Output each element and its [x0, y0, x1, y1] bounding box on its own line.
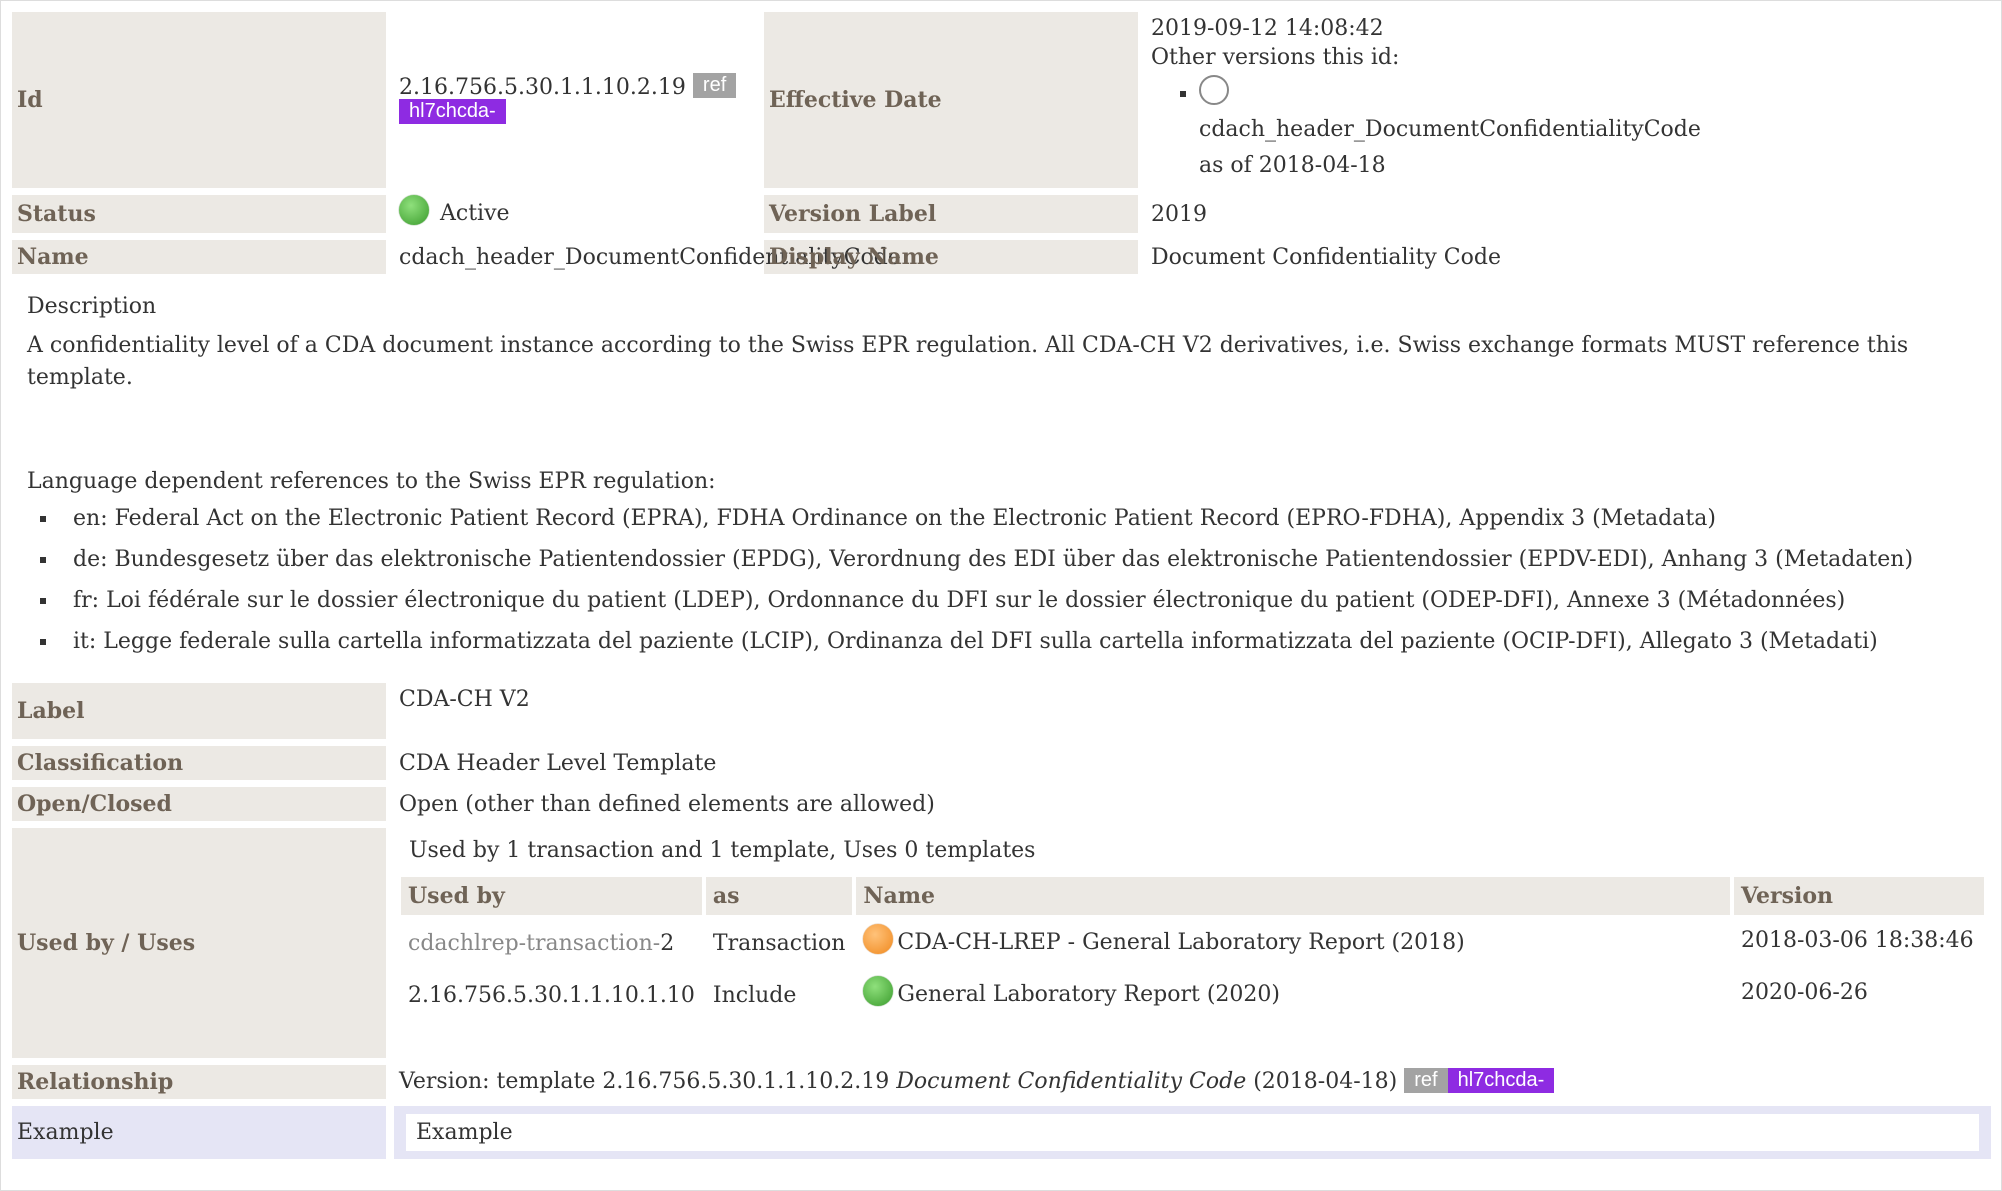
effective-date-value: 2019-09-12 14:08:42 — [1151, 16, 1384, 41]
ref-item-fr: fr: Loi fédérale sur le dossier électron… — [59, 580, 1976, 621]
status-cell: Active — [394, 195, 756, 233]
active-status-icon — [399, 195, 429, 225]
used-by-id-prefix: cdachlrep-transaction- — [408, 930, 661, 956]
relationship-label: Relationship — [12, 1065, 386, 1099]
used-by-cell: Used by 1 transaction and 1 template, Us… — [394, 828, 1991, 1058]
relationship-suffix: (2018-04-18) — [1246, 1069, 1398, 1095]
classification-row: Classification CDA Header Level Template — [12, 746, 1991, 780]
version-label-value: 2019 — [1151, 201, 1207, 227]
example-cell: Example — [394, 1106, 1991, 1159]
used-by-row: Used by / Uses Used by 1 transaction and… — [12, 828, 1991, 1058]
open-closed-row: Open/Closed Open (other than defined ele… — [12, 787, 1991, 821]
prefix-badge[interactable]: hl7chcda- — [399, 98, 506, 124]
refs-intro: Language dependent references to the Swi… — [27, 469, 716, 494]
classification-value: CDA Header Level Template — [399, 750, 717, 776]
used-by-version: 2020-06-26 — [1732, 969, 1986, 1021]
version-label-label: Version Label — [764, 195, 1138, 233]
description-section: Description A confidentiality level of a… — [12, 281, 1991, 676]
used-by-label: Used by / Uses — [12, 828, 386, 1058]
table-row[interactable]: cdachlrep-transaction-2 Transaction CDA-… — [399, 917, 1986, 969]
open-closed-label: Open/Closed — [12, 787, 386, 821]
used-by-name[interactable]: CDA-CH-LREP - General Laboratory Report … — [897, 930, 1464, 955]
name-value: cdach_header_DocumentConfidentialityCode — [399, 244, 901, 270]
open-closed-value: Open (other than defined elements are al… — [399, 791, 935, 817]
used-by-summary: Used by 1 transaction and 1 template, Us… — [409, 838, 1036, 863]
label-label: Label — [12, 683, 386, 739]
relationship-template-name[interactable]: Document Confidentiality Code — [896, 1069, 1246, 1094]
id-label: Id — [12, 12, 386, 188]
description-text: A confidentiality level of a CDA documen… — [27, 333, 1909, 390]
relationship-ref-badge[interactable]: ref — [1404, 1067, 1448, 1093]
col-as: as — [703, 875, 855, 917]
used-by-version: 2018-03-06 18:38:46 — [1732, 917, 1986, 969]
description-title: Description — [27, 294, 157, 319]
other-versions-list: cdach_header_DocumentConfidentialityCode… — [1151, 75, 1986, 184]
name-label: Name — [12, 240, 386, 274]
relationship-cell: Version: template 2.16.756.5.30.1.1.10.2… — [394, 1065, 1991, 1099]
used-by-id-suffix: 2 — [660, 930, 675, 956]
other-version-name[interactable]: cdach_header_DocumentConfidentialityCode — [1199, 117, 1701, 142]
relationship-prefix: Version: template 2.16.756.5.30.1.1.10.2… — [399, 1069, 897, 1095]
active-status-icon — [863, 976, 894, 1006]
other-version-item[interactable]: cdach_header_DocumentConfidentialityCode… — [1199, 75, 1986, 184]
used-by-name-cell[interactable]: CDA-CH-LREP - General Laboratory Report … — [854, 917, 1732, 969]
used-by-header-row: Used by as Name Version — [399, 875, 1986, 917]
relationship-row: Relationship Version: template 2.16.756.… — [12, 1065, 1991, 1099]
used-by-id[interactable]: 2.16.756.5.30.1.1.10.1.10 — [399, 969, 704, 1021]
other-version-date: as of 2018-04-18 — [1199, 153, 1386, 178]
regulation-refs-list: en: Federal Act on the Electronic Patien… — [27, 498, 1976, 662]
ref-item-it: it: Legge federale sulla cartella inform… — [59, 621, 1976, 662]
display-name-label: Display Name — [764, 240, 1138, 274]
display-name-value: Document Confidentiality Code — [1151, 244, 1501, 270]
used-by-name[interactable]: General Laboratory Report (2020) — [897, 982, 1280, 1007]
id-row: Id 2.16.756.5.30.1.1.10.2.19 ref hl7chcda… — [12, 12, 1991, 188]
relationship-prefix-badge[interactable]: hl7chcda- — [1447, 1067, 1555, 1093]
status-row: Status Active Version Label 2019 — [12, 195, 1991, 233]
col-version: Version — [1732, 875, 1986, 917]
status-value: Active — [440, 201, 510, 226]
used-by-as: Include — [703, 969, 855, 1021]
template-details-table: Id 2.16.756.5.30.1.1.10.2.19 refhl7chcda… — [4, 5, 1999, 1166]
description-row: Description A confidentiality level of a… — [12, 281, 1991, 676]
draft-status-icon — [863, 924, 894, 954]
classification-label: Classification — [12, 746, 386, 780]
ref-badge[interactable]: ref — [692, 73, 737, 98]
used-by-id-suffix: 2.16.756.5.30.1.1.10.1.10 — [408, 982, 695, 1008]
example-row: Example Example — [12, 1106, 1991, 1159]
used-by-id[interactable]: cdachlrep-transaction-2 — [399, 917, 704, 969]
example-value[interactable]: Example — [406, 1114, 1979, 1151]
label-row: Label CDA-CH V2 — [12, 683, 1991, 739]
effective-date-cell: 2019-09-12 14:08:42 Other versions this … — [1146, 12, 1991, 188]
label-value: CDA-CH V2 — [399, 687, 530, 712]
used-by-table: Used by as Name Version cdachlrep-transa… — [399, 875, 1986, 1021]
effective-date-label: Effective Date — [764, 12, 1138, 188]
id-value: 2.16.756.5.30.1.1.10.2.19 — [399, 74, 686, 100]
example-label: Example — [12, 1106, 386, 1159]
other-versions-label: Other versions this id: — [1151, 45, 1400, 70]
used-by-name-cell[interactable]: General Laboratory Report (2020) — [854, 969, 1732, 1021]
used-by-as: Transaction — [703, 917, 855, 969]
name-row: Name cdach_header_DocumentConfidentialit… — [12, 240, 1991, 274]
col-used-by: Used by — [399, 875, 704, 917]
ref-item-en: en: Federal Act on the Electronic Patien… — [59, 498, 1976, 539]
status-circle-icon — [1199, 75, 1229, 105]
status-label: Status — [12, 195, 386, 233]
table-row[interactable]: 2.16.756.5.30.1.1.10.1.10 Include Genera… — [399, 969, 1986, 1021]
id-cell: 2.16.756.5.30.1.1.10.2.19 ref hl7chcda- — [394, 12, 756, 188]
col-name: Name — [854, 875, 1732, 917]
ref-item-de: de: Bundesgesetz über das elektronische … — [59, 539, 1976, 580]
